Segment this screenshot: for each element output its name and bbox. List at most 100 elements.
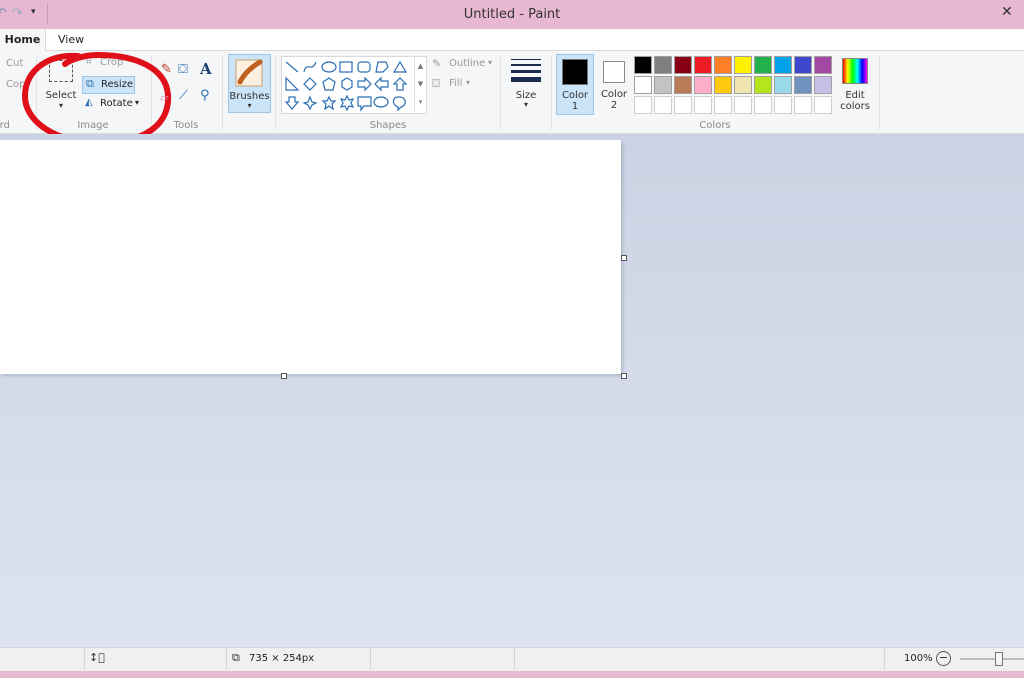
window-title: Untitled - Paint	[463, 7, 561, 22]
color-picker-icon[interactable]: ⟋	[179, 88, 188, 103]
palette-swatch[interactable]	[794, 96, 812, 114]
palette-swatch[interactable]	[714, 96, 732, 114]
ribbon-separator	[879, 56, 880, 130]
color-spectrum-icon	[842, 58, 868, 84]
color1-swatch	[562, 59, 588, 85]
ribbon-separator	[222, 56, 223, 130]
clipboard-group-text: Clipboard	[0, 120, 10, 131]
palette-swatch[interactable]	[634, 56, 652, 74]
status-separator	[84, 648, 85, 670]
color2-label-line1: Color	[600, 89, 628, 100]
color1-label-line2: 1	[571, 101, 579, 112]
palette-swatch[interactable]	[814, 96, 832, 114]
color-palette	[634, 56, 836, 116]
palette-swatch[interactable]	[694, 96, 712, 114]
colors-group-label: Colors	[699, 120, 731, 131]
gallery-expand-icon[interactable]: ▾	[415, 93, 426, 111]
palette-swatch[interactable]	[774, 76, 792, 94]
canvas-resize-handle-right[interactable]	[621, 255, 627, 261]
text-tool-icon[interactable]: A	[200, 60, 212, 78]
cursor-position-icon: ↕⃞	[89, 651, 105, 664]
fill-icon: ⛋	[432, 77, 441, 90]
canvas-size-icon: ⧉	[232, 651, 240, 664]
palette-swatch[interactable]	[794, 56, 812, 74]
drawing-canvas[interactable]	[0, 140, 621, 374]
status-separator	[370, 648, 371, 670]
palette-swatch[interactable]	[694, 56, 712, 74]
tools-group: ✎ ⛋ A ▱ ⟋ ⚲	[155, 60, 221, 112]
palette-swatch[interactable]	[714, 76, 732, 94]
pencil-icon[interactable]: ✎	[161, 62, 172, 77]
canvas-resize-handle-bottom[interactable]	[281, 373, 287, 379]
zoom-out-icon[interactable]: −	[936, 651, 951, 666]
palette-swatch[interactable]	[754, 56, 772, 74]
scroll-down-icon[interactable]: ▼	[415, 75, 426, 93]
shapes-gallery[interactable]: ▲ ▼ ▾	[281, 56, 427, 114]
shapes-scroll[interactable]: ▲ ▼ ▾	[414, 57, 426, 111]
edit-colors-label-line1: Edit	[845, 90, 865, 101]
status-separator	[514, 648, 515, 670]
color2-swatch	[603, 61, 625, 83]
status-bar	[0, 647, 1024, 672]
status-separator	[884, 648, 885, 670]
tab-view[interactable]: View	[58, 29, 84, 51]
palette-swatch[interactable]	[774, 56, 792, 74]
close-icon[interactable]: ✕	[1001, 4, 1013, 20]
size-button[interactable]: Size ▾	[505, 54, 547, 112]
shapes-group-label: Shapes	[369, 120, 407, 131]
palette-swatch[interactable]	[654, 56, 672, 74]
fill-bucket-icon[interactable]: ⛋	[178, 62, 188, 77]
shapes-gallery-icons	[284, 60, 408, 112]
color2-label-line2: 2	[610, 100, 618, 111]
palette-swatch[interactable]	[814, 56, 832, 74]
palette-swatch[interactable]	[814, 76, 832, 94]
zoom-level: 100%	[904, 653, 933, 664]
brush-icon	[235, 59, 263, 87]
palette-swatch[interactable]	[674, 56, 692, 74]
brushes-button[interactable]: Brushes ▾	[228, 54, 271, 113]
palette-swatch[interactable]	[734, 56, 752, 74]
palette-swatch[interactable]	[634, 76, 652, 94]
palette-swatch[interactable]	[654, 96, 672, 114]
palette-swatch[interactable]	[654, 76, 672, 94]
tab-home[interactable]: Home	[0, 29, 46, 51]
fill-dropdown-icon: ▾	[466, 78, 471, 87]
ribbon-separator	[500, 56, 501, 130]
tools-group-label: Tools	[173, 120, 199, 131]
ribbon-separator	[275, 56, 276, 130]
palette-swatch[interactable]	[794, 76, 812, 94]
palette-swatch[interactable]	[714, 56, 732, 74]
brushes-dropdown-icon: ▾	[247, 101, 252, 110]
fill-label: Fill	[449, 78, 463, 89]
palette-swatch[interactable]	[734, 76, 752, 94]
color1-label-line1: Color	[561, 90, 589, 101]
outline-button[interactable]: ✎ Outline ▾	[430, 57, 500, 72]
zoom-slider-track[interactable]	[960, 658, 1024, 660]
size-dropdown-icon: ▾	[523, 100, 528, 109]
color2-button[interactable]: Color 2	[596, 54, 632, 113]
zoom-slider-thumb[interactable]	[995, 652, 1003, 666]
ribbon-separator	[551, 56, 552, 130]
palette-swatch[interactable]	[754, 96, 772, 114]
palette-swatch[interactable]	[754, 76, 772, 94]
color1-button[interactable]: Color 1	[556, 54, 594, 115]
outline-dropdown-icon: ▾	[488, 58, 493, 67]
status-separator	[226, 648, 227, 670]
size-icon	[511, 59, 541, 82]
window-bottom-border	[0, 671, 1024, 678]
edit-colors-label-line2: colors	[840, 101, 870, 112]
eraser-icon[interactable]: ▱	[160, 91, 168, 104]
scroll-up-icon[interactable]: ▲	[415, 57, 426, 75]
canvas-dimensions: 735 × 254px	[249, 653, 315, 664]
outline-label: Outline	[449, 58, 486, 69]
palette-swatch[interactable]	[674, 96, 692, 114]
magnifier-icon[interactable]: ⚲	[200, 88, 210, 103]
palette-swatch[interactable]	[674, 76, 692, 94]
palette-swatch[interactable]	[634, 96, 652, 114]
edit-colors-button[interactable]: Edit colors	[838, 56, 872, 114]
palette-swatch[interactable]	[774, 96, 792, 114]
canvas-resize-handle-corner[interactable]	[621, 373, 627, 379]
palette-swatch[interactable]	[734, 96, 752, 114]
palette-swatch[interactable]	[694, 76, 712, 94]
fill-button[interactable]: ⛋ Fill ▾	[430, 77, 480, 92]
